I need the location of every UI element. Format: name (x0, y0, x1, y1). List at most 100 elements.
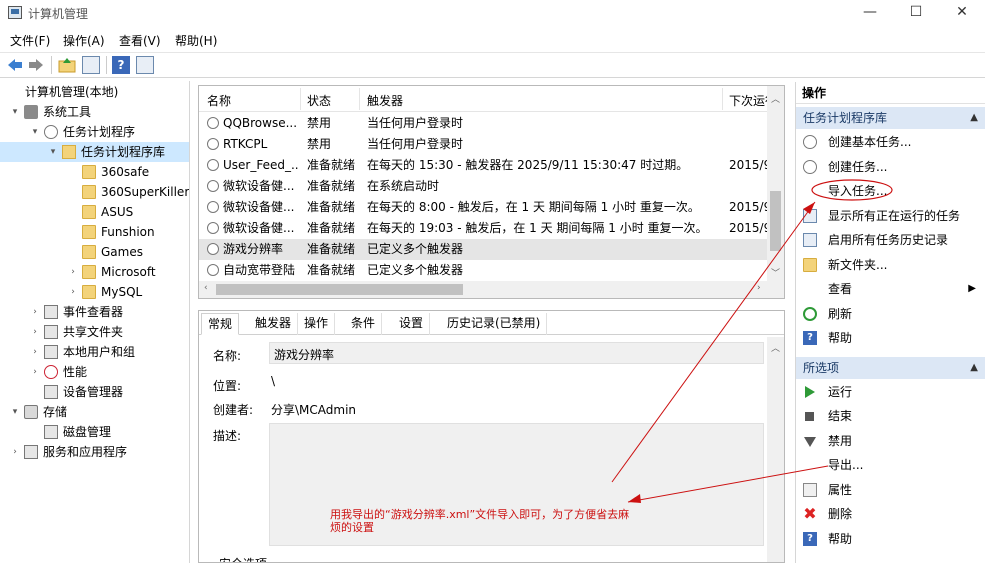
task-next: 2015/9 (729, 158, 769, 172)
tree-item[interactable]: ASUS (0, 202, 189, 222)
detail-vertical-scrollbar[interactable]: ︿ (767, 337, 784, 562)
tab-general[interactable]: 常规 (201, 313, 240, 335)
task-row[interactable]: QQBrowse... 禁用 当任何用户登录时 (199, 113, 769, 134)
expand-down-icon[interactable]: ▾ (10, 402, 20, 422)
menu-help[interactable]: 帮助(H) (175, 32, 217, 49)
tree-item[interactable]: 计算机管理(本地) (0, 82, 189, 102)
tree-item[interactable]: › 事件查看器 (0, 302, 189, 322)
tree-item[interactable]: 设备管理器 (0, 382, 189, 402)
task-row[interactable]: 微软设备健... 准备就绪 在每天的 19:03 - 触发后，在 1 天 期间每隔 … (199, 218, 769, 239)
show-hide-tree-icon[interactable] (82, 56, 100, 74)
menu-view[interactable]: 查看(V) (119, 32, 161, 49)
action-label: 新文件夹... (828, 257, 888, 272)
collapse-icon[interactable]: ▲ (970, 107, 978, 129)
tree-item[interactable]: ▾ 系统工具 (0, 102, 189, 122)
action-item[interactable]: 运行 (796, 380, 985, 404)
action-item[interactable]: 创建基本任务... (796, 130, 985, 154)
tree-item[interactable]: › 本地用户和组 (0, 342, 189, 362)
column-name[interactable]: 名称 (207, 92, 231, 109)
back-arrow-icon[interactable] (6, 56, 24, 74)
task-row[interactable]: 自动宽带登陆 准备就绪 已定义多个触发器 (199, 260, 769, 281)
task-row[interactable]: 微软设备健... 准备就绪 在每天的 8:00 - 触发后，在 1 天 期间每隔 1… (199, 197, 769, 218)
action-item[interactable]: 新文件夹... (796, 253, 985, 277)
tree-item[interactable]: 磁盘管理 (0, 422, 189, 442)
up-folder-icon[interactable] (58, 56, 76, 74)
action-item[interactable]: 禁用 (796, 429, 985, 453)
close-button[interactable]: ✕ (939, 0, 985, 26)
actions-group-label: 所选项 (803, 360, 840, 375)
tab-history[interactable]: 历史记录(已禁用) (441, 313, 548, 335)
expand-down-icon[interactable]: ▾ (30, 122, 40, 142)
scroll-thumb[interactable] (216, 284, 463, 295)
action-pane-icon[interactable] (136, 56, 154, 74)
tab-settings[interactable]: 设置 (393, 313, 431, 335)
menu-file[interactable]: 文件(F) (10, 32, 50, 49)
expand-right-icon[interactable]: › (30, 342, 40, 362)
action-item[interactable]: 属性 (796, 478, 985, 502)
tree-item[interactable]: ▾ 存储 (0, 402, 189, 422)
tree-item[interactable]: 360safe (0, 162, 189, 182)
menu-action[interactable]: 操作(A) (63, 32, 105, 49)
expand-down-icon[interactable]: ▾ (10, 102, 20, 122)
column-status[interactable]: 状态 (307, 92, 331, 109)
scroll-down-icon[interactable]: ﹀ (771, 266, 780, 279)
task-row[interactable]: RTKCPL 禁用 当任何用户登录时 (199, 134, 769, 155)
action-label: 禁用 (828, 433, 853, 448)
column-trigger[interactable]: 触发器 (367, 92, 403, 109)
action-item[interactable]: ? 帮助 (796, 326, 985, 350)
task-row[interactable]: User_Feed_... 准备就绪 在每天的 15:30 - 触发器在 2025/… (199, 155, 769, 176)
tree-item[interactable]: Funshion (0, 222, 189, 242)
scroll-thumb[interactable] (770, 191, 781, 251)
task-clock-icon (207, 117, 219, 129)
tree-item[interactable]: Games (0, 242, 189, 262)
action-label: 帮助 (828, 331, 853, 345)
tree-item[interactable]: › MySQL (0, 282, 189, 302)
task-list-horizontal-scrollbar[interactable]: ‹ › (199, 281, 784, 298)
expand-right-icon[interactable]: › (30, 322, 40, 342)
tree-item[interactable]: › 服务和应用程序 (0, 442, 189, 462)
tree-item-label: 计算机管理(本地) (25, 85, 119, 99)
tree-item[interactable]: ▾ 任务计划程序库 (0, 142, 189, 162)
name-field[interactable]: 游戏分辨率 (269, 342, 764, 364)
action-item[interactable]: 查看 ▶ (796, 277, 985, 301)
forward-arrow-icon[interactable] (27, 56, 45, 74)
tree-item[interactable]: › Microsoft (0, 262, 189, 282)
helpb-icon: ? (803, 531, 817, 546)
action-item[interactable]: 导入任务... (796, 179, 985, 203)
actions-group-header[interactable]: 所选项 ▲ (796, 356, 985, 379)
expand-right-icon[interactable]: › (68, 262, 78, 282)
actions-group-header[interactable]: 任务计划程序库 ▲ (796, 107, 985, 129)
scroll-up-icon[interactable]: ︿ (771, 92, 780, 105)
tree-item[interactable]: › 性能 (0, 362, 189, 382)
action-item[interactable]: 显示所有正在运行的任务 (796, 204, 985, 228)
scroll-left-icon[interactable]: ‹ (204, 283, 208, 293)
minimize-button[interactable]: — (847, 0, 893, 26)
tree-item[interactable]: › 共享文件夹 (0, 322, 189, 342)
tab-actions[interactable]: 操作 (298, 313, 336, 335)
action-item[interactable]: ? 帮助 (796, 527, 985, 551)
expand-right-icon[interactable]: › (10, 442, 20, 462)
task-name: User_Feed_... (223, 158, 299, 172)
tab-triggers[interactable]: 触发器 (249, 313, 299, 335)
action-item[interactable]: 结束 (796, 404, 985, 428)
action-item[interactable]: 启用所有任务历史记录 (796, 228, 985, 252)
collapse-icon[interactable]: ▲ (970, 357, 978, 379)
expand-down-icon[interactable]: ▾ (48, 142, 58, 162)
scroll-up-icon[interactable]: ︿ (771, 341, 780, 354)
maximize-button[interactable]: ☐ (893, 0, 939, 26)
tree-item[interactable]: 360SuperKiller (0, 182, 189, 202)
expand-right-icon[interactable]: › (68, 282, 78, 302)
tab-conditions[interactable]: 条件 (345, 313, 383, 335)
help-icon[interactable]: ? (112, 56, 130, 74)
action-item[interactable]: ✖ 删除 (796, 502, 985, 526)
tree-item[interactable]: ▾ 任务计划程序 (0, 122, 189, 142)
task-row[interactable]: 微软设备健... 准备就绪 在系统启动时 (199, 176, 769, 197)
action-item[interactable]: 刷新 (796, 302, 985, 326)
scroll-right-icon[interactable]: › (757, 283, 761, 293)
expand-right-icon[interactable]: › (30, 302, 40, 322)
task-list-vertical-scrollbar[interactable]: ︿ ﹀ (767, 86, 784, 283)
action-item[interactable]: 创建任务... (796, 155, 985, 179)
expand-right-icon[interactable]: › (30, 362, 40, 382)
task-row[interactable]: 游戏分辨率 准备就绪 已定义多个触发器 (199, 239, 769, 260)
action-item[interactable]: 导出... (796, 453, 985, 477)
